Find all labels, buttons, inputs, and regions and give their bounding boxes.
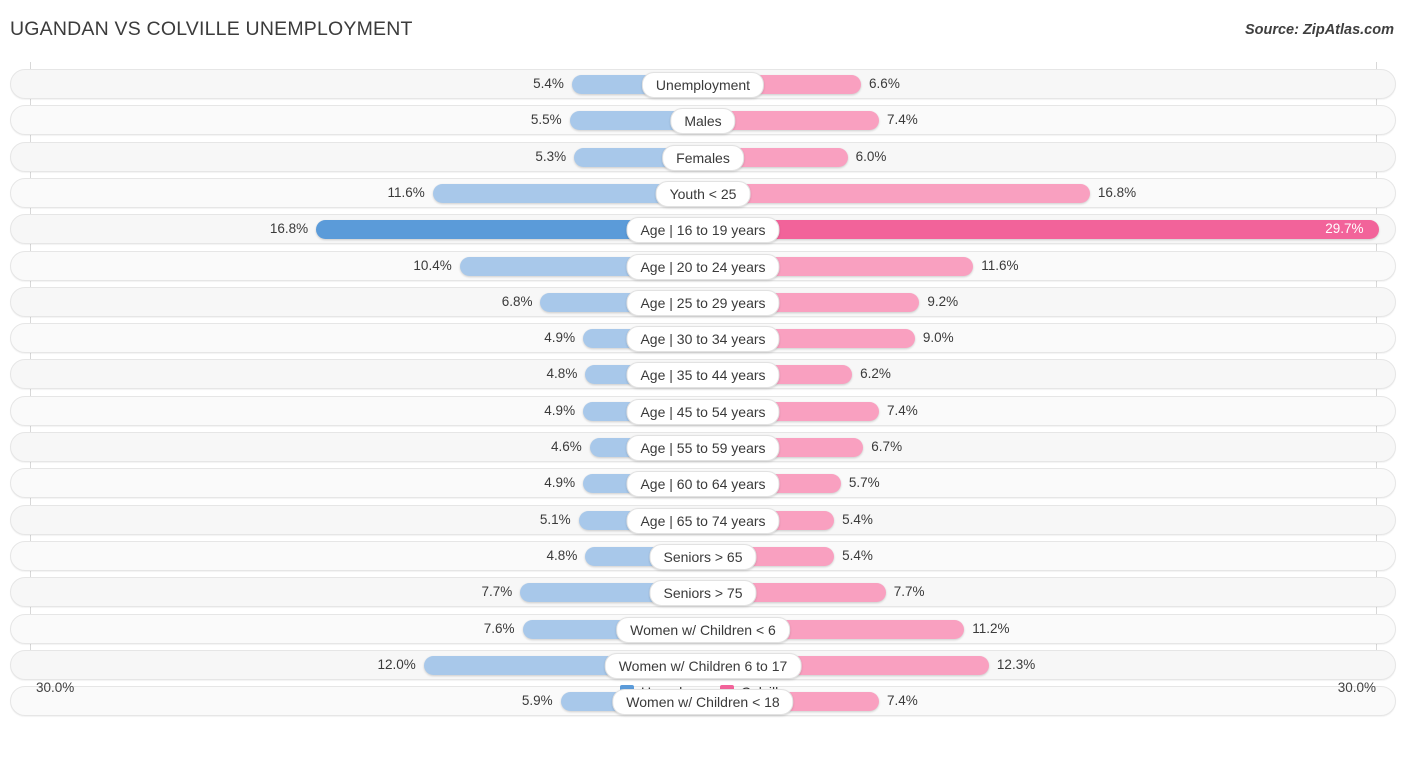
value-label-colville: 6.0% — [855, 148, 887, 164]
value-label-ugandan: 10.4% — [413, 257, 452, 273]
value-label-ugandan: 4.9% — [544, 402, 576, 418]
value-label-ugandan: 5.5% — [530, 112, 562, 128]
table-row: 4.9% 5.7% Age | 60 to 64 years — [10, 468, 1396, 499]
category-label-pill: Age | 16 to 19 years — [626, 217, 780, 244]
table-row: 7.7% 7.7% Seniors > 75 — [10, 577, 1396, 608]
value-label-ugandan: 12.0% — [377, 656, 416, 672]
table-row: 5.5% 7.4% Males — [10, 105, 1396, 136]
value-label-colville: 7.4% — [887, 402, 918, 418]
table-row: 10.4% 11.6% Age | 20 to 24 years — [10, 250, 1396, 281]
value-label-colville: 7.4% — [887, 112, 918, 128]
value-label-ugandan: 6.8% — [501, 293, 533, 309]
value-label-ugandan: 7.6% — [483, 620, 515, 636]
page-title: UGANDAN VS COLVILLE UNEMPLOYMENT — [10, 18, 413, 40]
bar-colville — [713, 183, 1090, 203]
category-label-pill: Women w/ Children < 18 — [612, 689, 794, 716]
source-attribution: Source: ZipAtlas.com — [1244, 22, 1394, 38]
value-label-colville: 11.6% — [981, 257, 1019, 273]
value-label-colville: 9.0% — [922, 330, 954, 346]
category-label-pill: Youth < 25 — [655, 180, 751, 207]
table-row: 4.6% 6.7% Age | 55 to 59 years — [10, 432, 1396, 462]
category-label-pill: Age | 55 to 59 years — [626, 435, 780, 461]
value-label-ugandan: 4.8% — [546, 366, 578, 382]
category-label-pill: Age | 20 to 24 years — [626, 253, 780, 280]
category-label-pill: Age | 65 to 74 years — [626, 507, 780, 534]
table-row: 4.8% 6.2% Age | 35 to 44 years — [10, 359, 1396, 390]
value-label-colville: 5.7% — [848, 475, 880, 491]
category-label-pill: Women w/ Children < 6 — [616, 616, 790, 643]
category-label-pill: Males — [670, 108, 736, 135]
value-label-ugandan: 16.8% — [269, 221, 309, 237]
value-label-colville: 29.7% — [1325, 221, 1364, 237]
category-label-pill: Women w/ Children 6 to 17 — [604, 652, 802, 679]
table-row: 6.8% 9.2% Age | 25 to 29 years — [10, 286, 1396, 317]
value-label-colville: 11.2% — [972, 620, 1010, 636]
value-label-ugandan: 5.1% — [539, 511, 571, 527]
table-row: 4.8% 5.4% Seniors > 65 — [10, 540, 1396, 571]
bar-ugandan — [432, 183, 693, 203]
category-label-pill: Age | 45 to 54 years — [626, 398, 780, 425]
value-label-colville: 7.7% — [893, 584, 925, 600]
table-row: 4.9% 9.0% Age | 30 to 34 years — [10, 323, 1396, 354]
value-label-ugandan: 4.9% — [544, 475, 576, 491]
table-row: 4.9% 7.4% Age | 45 to 54 years — [10, 395, 1396, 426]
value-label-ugandan: 11.6% — [387, 184, 425, 200]
category-label-pill: Unemployment — [641, 72, 765, 98]
category-label-pill: Females — [662, 144, 744, 171]
table-row: 16.8% 29.7% Age | 16 to 19 years — [10, 214, 1396, 245]
table-row: 5.4% 6.6% Unemployment — [10, 69, 1396, 99]
value-label-ugandan: 4.6% — [551, 439, 582, 454]
category-label-pill: Age | 60 to 64 years — [626, 471, 780, 498]
value-label-colville: 12.3% — [996, 656, 1036, 672]
value-label-colville: 5.4% — [842, 547, 873, 563]
value-label-ugandan: 5.3% — [535, 148, 567, 164]
chart-plot-area: 5.4% 6.6% Unemployment 5.5% 7.4% Males 5.3% 6.0… — [0, 62, 1406, 717]
value-label-colville: 5.4% — [842, 511, 873, 527]
table-row: 5.3% 6.0% Females — [10, 141, 1396, 172]
table-row: 7.6% 11.2% Women w/ Children < 6 — [10, 613, 1396, 644]
category-label-pill: Seniors > 65 — [649, 543, 757, 570]
bar-colville — [713, 111, 879, 131]
category-label-pill: Age | 30 to 34 years — [626, 326, 780, 353]
value-label-ugandan: 5.4% — [533, 76, 564, 91]
table-row: 12.0% 12.3% Women w/ Children 6 to 17 — [10, 649, 1396, 680]
value-label-colville: 16.8% — [1097, 184, 1137, 200]
bar-colville — [713, 220, 1380, 240]
table-row: 5.1% 5.4% Age | 65 to 74 years — [10, 504, 1396, 535]
value-label-colville: 9.2% — [927, 293, 959, 309]
table-row: 11.6% 16.8% Youth < 25 — [10, 177, 1396, 208]
category-label-pill: Seniors > 75 — [649, 580, 757, 607]
value-label-colville: 6.6% — [869, 76, 900, 91]
value-label-ugandan: 4.8% — [546, 547, 578, 563]
value-label-colville: 6.2% — [860, 366, 891, 382]
category-label-pill: Age | 25 to 29 years — [626, 289, 780, 316]
category-label-pill: Age | 35 to 44 years — [626, 362, 780, 389]
chart-page: UGANDAN VS COLVILLE UNEMPLOYMENT Source:… — [0, 0, 1406, 757]
value-label-colville: 6.7% — [871, 439, 903, 454]
value-label-ugandan: 7.7% — [481, 584, 513, 600]
value-label-ugandan: 4.9% — [544, 330, 576, 346]
